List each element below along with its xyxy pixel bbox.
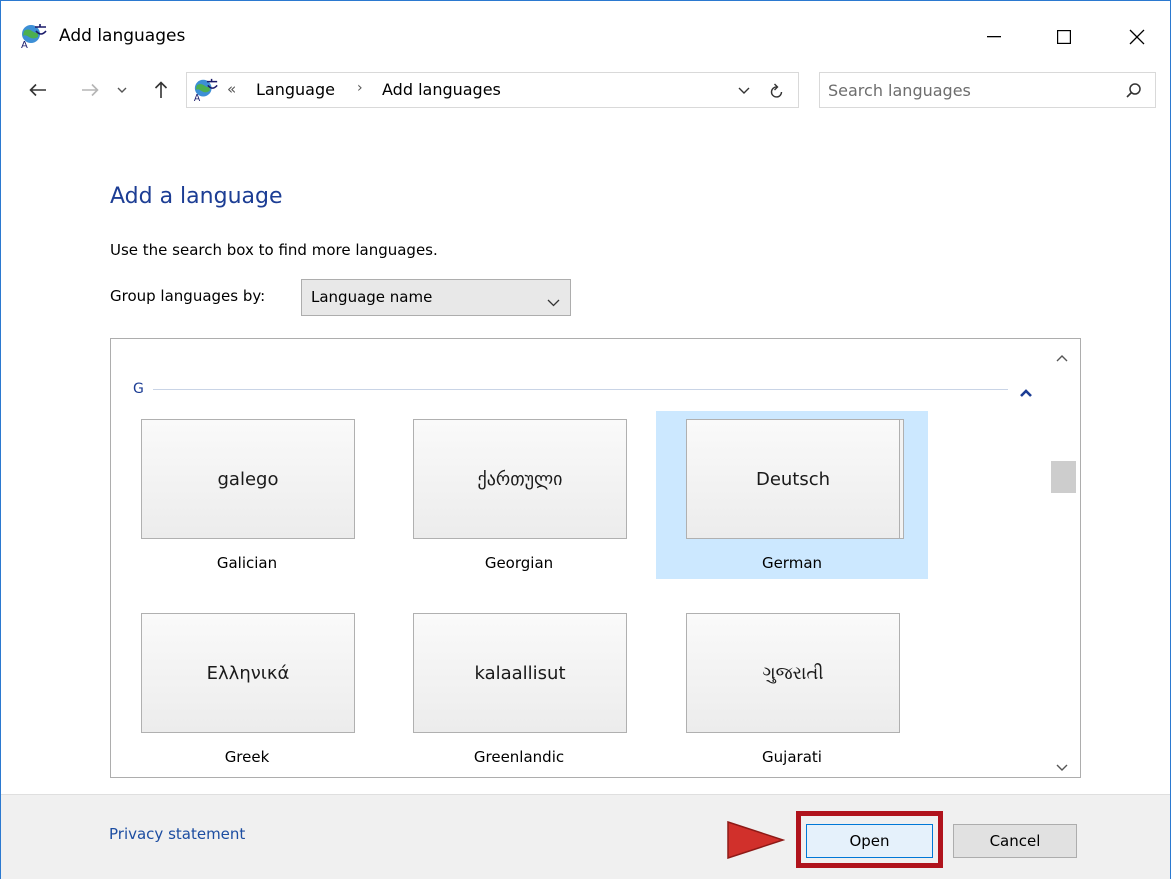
svg-text:A: A (21, 40, 28, 49)
language-tile-native-name: ગુજરાતી (686, 613, 900, 733)
breadcrumb-add-languages[interactable]: Add languages (382, 80, 501, 99)
search-icon[interactable] (1124, 81, 1144, 101)
refresh-icon (770, 83, 783, 98)
search-box[interactable] (819, 72, 1156, 108)
chevron-down-icon (547, 292, 560, 311)
breadcrumb-separator[interactable]: › (357, 80, 363, 96)
forward-button[interactable] (75, 73, 105, 107)
add-languages-window: A Add languages A « Language › Add langu… (0, 0, 1171, 879)
language-tile-english-name: Georgian (484, 554, 554, 572)
vertical-scrollbar[interactable] (1046, 339, 1080, 777)
address-history-dropdown[interactable] (734, 81, 754, 101)
chevron-down-icon (738, 87, 750, 94)
chevron-up-icon (1056, 355, 1068, 362)
collapse-group-button[interactable] (1019, 383, 1033, 397)
language-tile-english-name: Greenlandic (473, 748, 565, 766)
maximize-icon (1057, 30, 1071, 44)
recent-locations-button[interactable] (107, 73, 137, 107)
close-button[interactable] (1114, 15, 1160, 59)
title-bar: A Add languages (1, 1, 1170, 67)
chevron-down-icon (117, 87, 127, 93)
language-globe-icon: A (20, 23, 48, 51)
dialog-footer: Privacy statement Open Cancel (1, 794, 1170, 879)
open-button[interactable]: Open (806, 824, 933, 858)
cancel-button[interactable]: Cancel (953, 824, 1077, 858)
navigation-bar: A « Language › Add languages (1, 67, 1170, 117)
chevron-down-icon (1056, 764, 1068, 771)
window-title: Add languages (59, 26, 186, 46)
privacy-statement-link[interactable]: Privacy statement (109, 825, 245, 843)
language-tile-greenlandic[interactable]: kalaallisut Greenlandic (383, 605, 655, 773)
scroll-down-button[interactable] (1056, 757, 1068, 776)
breadcrumb-language[interactable]: Language (256, 80, 335, 99)
search-input[interactable] (828, 76, 1108, 104)
language-tile-native-name: Ελληνικά (141, 613, 355, 733)
pointer-arrow-icon (727, 821, 785, 859)
back-button[interactable] (23, 73, 53, 107)
group-by-dropdown[interactable]: Language name (301, 279, 571, 316)
language-tile-native-name: ქართული (413, 419, 627, 539)
close-icon (1129, 29, 1145, 45)
search-hint-text: Use the search box to find more language… (110, 241, 438, 259)
group-by-label: Group languages by: (110, 287, 266, 305)
language-tile-german[interactable]: Deutsch German (656, 411, 928, 579)
scroll-up-button[interactable] (1056, 347, 1068, 366)
language-tile-english-name: Galician (216, 554, 278, 572)
group-header-divider (153, 389, 1008, 390)
group-by-value: Language name (311, 288, 433, 306)
scrollbar-thumb[interactable] (1051, 461, 1076, 493)
address-bar[interactable]: A « Language › Add languages (186, 72, 799, 108)
refresh-button[interactable] (765, 79, 789, 103)
language-tile-georgian[interactable]: ქართული Georgian (383, 411, 655, 579)
language-globe-icon: A (193, 77, 219, 104)
address-overflow-chevrons[interactable]: « (227, 80, 236, 98)
language-tile-gujarati[interactable]: ગુજરાતી Gujarati (656, 605, 928, 773)
language-tile-galician[interactable]: galego Galician (111, 411, 383, 579)
minimize-button[interactable] (971, 15, 1017, 59)
up-arrow-icon (154, 81, 168, 98)
chevron-up-icon (1020, 389, 1032, 397)
maximize-button[interactable] (1041, 15, 1087, 59)
back-arrow-icon (29, 83, 46, 97)
svg-text:A: A (194, 93, 201, 103)
minimize-icon (987, 36, 1001, 38)
language-tile-english-name: German (761, 554, 823, 572)
language-tile-greek[interactable]: Ελληνικά Greek (111, 605, 383, 773)
page-title: Add a language (110, 184, 283, 209)
language-tile-native-name: galego (141, 419, 355, 539)
language-tile-english-name: Gujarati (762, 748, 822, 766)
forward-arrow-icon (82, 83, 99, 97)
language-tile-native-name: Deutsch (686, 419, 900, 539)
language-tile-native-name: kalaallisut (413, 613, 627, 733)
up-button[interactable] (146, 73, 176, 107)
group-header-letter: G (133, 381, 144, 397)
language-list-panel: G galego Galician ქართული Georgian Deuts… (110, 338, 1081, 778)
language-tile-english-name: Greek (224, 748, 270, 766)
